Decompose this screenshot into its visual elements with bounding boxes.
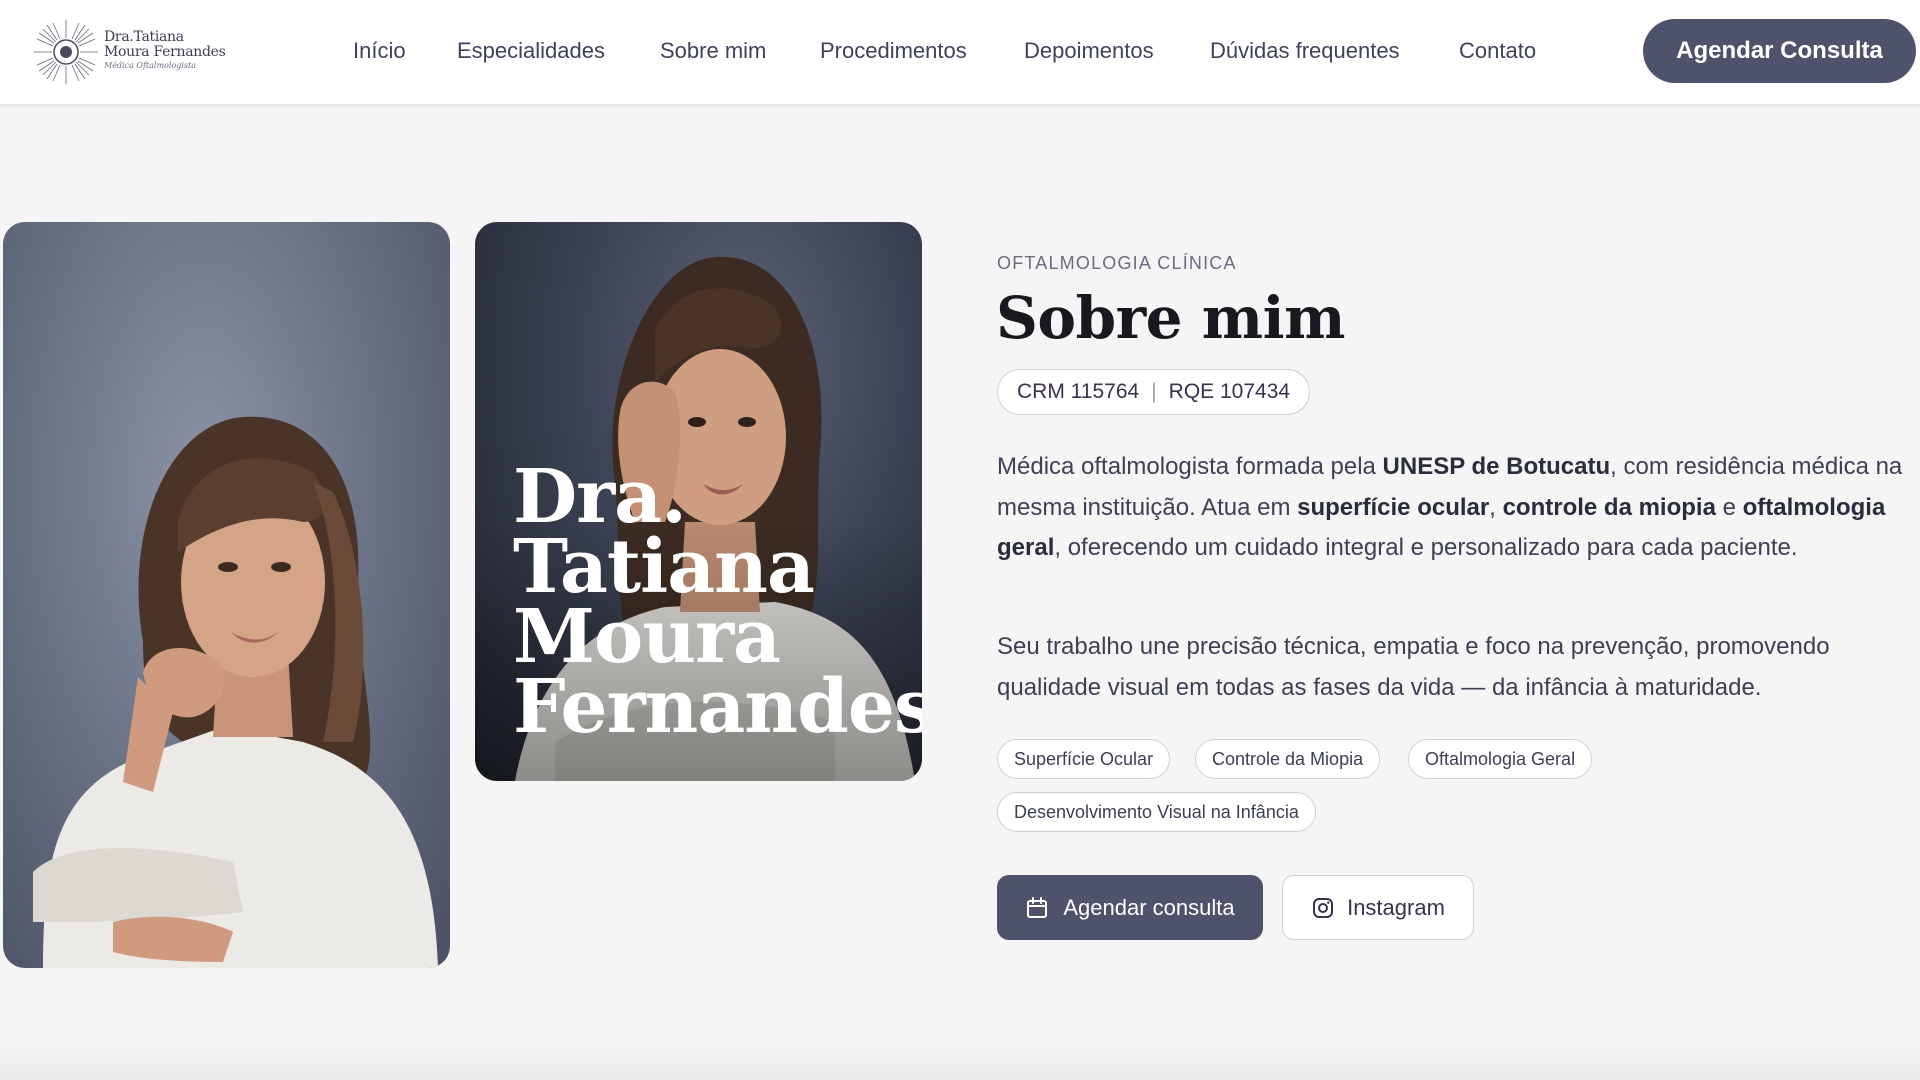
bio-paragraph-2: Seu trabalho une precisão técnica, empat… <box>997 633 1830 701</box>
section-title: Sobre mim <box>996 284 1346 352</box>
section-divider <box>0 1040 1920 1080</box>
credentials-separator: | <box>1151 380 1157 403</box>
site-header: Dra.Tatiana Moura Fernandes Médica Oftal… <box>0 0 1920 105</box>
logo-text: Dra.Tatiana Moura Fernandes Médica Oftal… <box>104 30 226 70</box>
overlay-name-line: Tatiana <box>513 524 815 610</box>
nav-item-especialidades[interactable]: Especialidades <box>457 38 605 64</box>
rqe-number: RQE 107434 <box>1168 380 1291 403</box>
logo-subtitle: Médica Oftalmologista <box>104 61 197 70</box>
overlay-name-line: Dra. <box>513 454 687 540</box>
doctor-name-overlay: Dra. Tatiana Moura Fernandes <box>513 454 922 750</box>
bio-highlight-superficie: superfície ocular <box>1297 493 1490 521</box>
tag-superficie-ocular[interactable]: Superfície Ocular <box>997 739 1171 779</box>
schedule-appointment-button[interactable]: Agendar Consulta <box>1643 19 1916 83</box>
nav-item-contato[interactable]: Contato <box>1459 38 1536 64</box>
crm-number: CRM 115764 <box>1017 380 1140 403</box>
instagram-label: Instagram <box>1347 894 1445 920</box>
overlay-name-line: Moura <box>513 594 781 680</box>
bio-highlight-unesp: UNESP de Botucatu <box>1382 453 1611 480</box>
tag-desenvolvimento-visual[interactable]: Desenvolvimento Visual na Infância <box>997 792 1316 832</box>
nav-item-procedimentos[interactable]: Procedimentos <box>820 38 967 64</box>
bio-text: , <box>1489 493 1503 521</box>
logo-name-line2: Moura Fernandes <box>104 44 226 60</box>
doctor-portrait-illustration <box>33 416 438 968</box>
tag-oftalmologia-geral[interactable]: Oftalmologia Geral <box>1408 739 1593 779</box>
instagram-button[interactable]: Instagram <box>1282 875 1474 940</box>
schedule-consultation-button[interactable]: Agendar consulta <box>997 875 1263 940</box>
doctor-photo-portrait: Dra. Tatiana Moura Fernandes <box>475 222 922 781</box>
tag-controle-miopia[interactable]: Controle da Miopia <box>1195 739 1381 779</box>
section-eyebrow: OFTALMOLOGIA CLÍNICA <box>997 253 1237 273</box>
bio-text: Médica oftalmologista formada pela <box>997 453 1383 480</box>
schedule-consultation-label: Agendar consulta <box>1063 894 1235 920</box>
bio-text: , oferecendo um cuidado integral e perso… <box>1054 534 1798 561</box>
instagram-icon <box>1313 897 1334 918</box>
overlay-name-line: Fernandes <box>513 664 922 750</box>
nav-item-depoimentos[interactable]: Depoimentos <box>1024 38 1154 64</box>
bio-highlight-miopia: controle da miopia <box>1502 493 1716 521</box>
sunburst-eye-icon <box>34 20 98 84</box>
bio-paragraph-1: Médica oftalmologista formada pela UNESP… <box>997 447 1917 569</box>
nav-item-inicio[interactable]: Início <box>353 38 406 64</box>
credentials-badge: CRM 115764 | RQE 107434 <box>997 369 1311 415</box>
nav-item-sobre-mim[interactable]: Sobre mim <box>660 38 766 64</box>
logo-name-line1: Dra.Tatiana <box>104 29 184 45</box>
doctor-photo-seated <box>3 222 450 968</box>
nav-item-duvidas-frequentes[interactable]: Dúvidas frequentes <box>1210 38 1400 64</box>
bio-text: e <box>1715 493 1743 521</box>
calendar-icon <box>1027 896 1048 918</box>
logo[interactable]: Dra.Tatiana Moura Fernandes Médica Oftal… <box>32 18 232 86</box>
